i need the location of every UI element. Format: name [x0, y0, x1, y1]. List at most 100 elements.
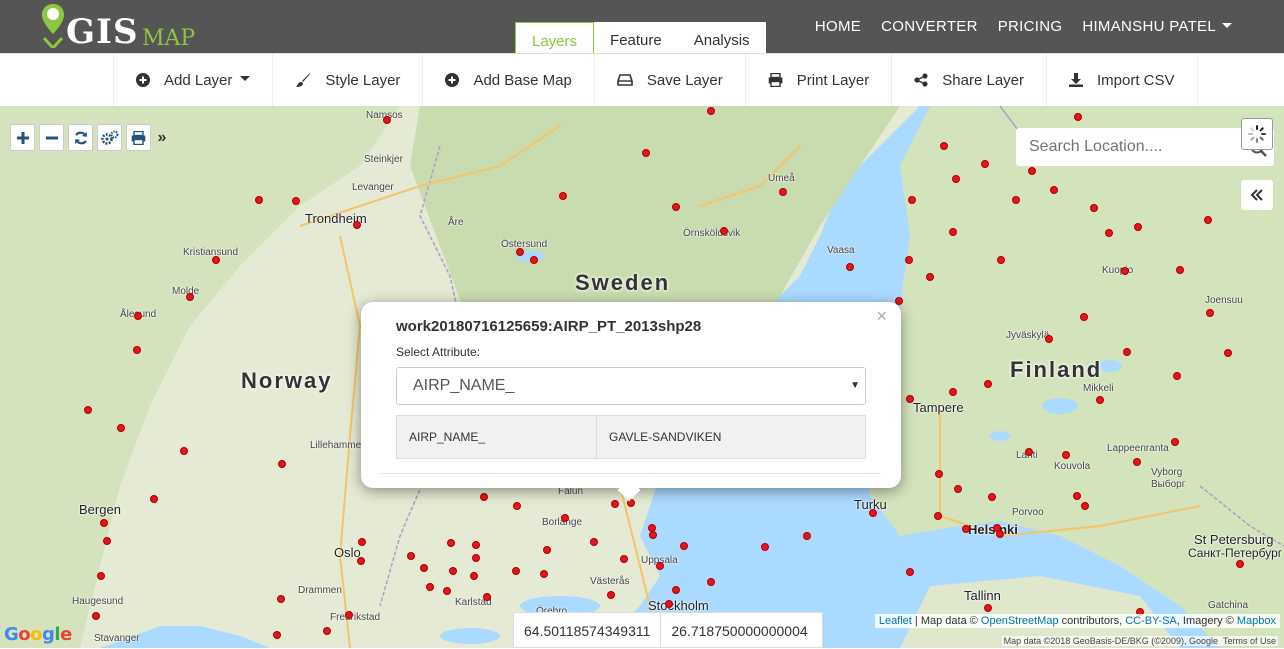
add-layer-button[interactable]: Add Layer [113, 54, 274, 106]
cc-by-sa-link[interactable]: CC-BY-SA [1125, 615, 1177, 627]
nav-converter[interactable]: CONVERTER [881, 18, 978, 35]
airport-marker[interactable] [1045, 335, 1053, 343]
airport-marker[interactable] [984, 380, 992, 388]
airport-marker[interactable] [92, 612, 100, 620]
share-layer-button[interactable]: Share Layer [891, 54, 1047, 106]
airport-marker[interactable] [997, 256, 1005, 264]
airport-marker[interactable] [255, 196, 263, 204]
airport-marker[interactable] [1133, 458, 1141, 466]
airport-marker[interactable] [150, 495, 158, 503]
airport-marker[interactable] [1080, 313, 1088, 321]
zoom-in-button[interactable] [10, 124, 35, 151]
airport-marker[interactable] [97, 572, 105, 580]
terms-of-use-link[interactable]: Terms of Use [1223, 636, 1276, 646]
airport-marker[interactable] [1028, 167, 1036, 175]
airport-marker[interactable] [1074, 113, 1082, 121]
airport-marker[interactable] [981, 160, 989, 168]
search-location-input[interactable] [1016, 128, 1256, 166]
airport-marker[interactable] [1105, 229, 1113, 237]
airport-marker[interactable] [513, 502, 521, 510]
tab-feature[interactable]: Feature [594, 22, 678, 53]
airport-marker[interactable] [590, 538, 598, 546]
airport-marker[interactable] [117, 424, 125, 432]
airport-marker[interactable] [1173, 372, 1181, 380]
expand-controls-button[interactable]: » [155, 124, 169, 151]
nav-home[interactable]: HOME [815, 18, 861, 35]
airport-marker[interactable] [1012, 196, 1020, 204]
airport-marker[interactable] [134, 312, 142, 320]
airport-marker[interactable] [516, 248, 524, 256]
airport-marker[interactable] [869, 509, 877, 517]
airport-marker[interactable] [761, 543, 769, 551]
airport-marker[interactable] [906, 568, 914, 576]
airport-marker[interactable] [611, 500, 619, 508]
import-csv-button[interactable]: Import CSV [1046, 54, 1198, 106]
airport-marker[interactable] [353, 221, 361, 229]
airport-marker[interactable] [358, 538, 366, 546]
airport-marker[interactable] [1206, 309, 1214, 317]
airport-marker[interactable] [1073, 492, 1081, 500]
loading-spinner-button[interactable] [1241, 118, 1273, 150]
airport-marker[interactable] [84, 406, 92, 414]
zoom-out-button[interactable] [39, 124, 64, 151]
airport-marker[interactable] [426, 583, 434, 591]
airport-marker[interactable] [212, 256, 220, 264]
airport-marker[interactable] [278, 460, 286, 468]
print-map-button[interactable] [126, 124, 151, 151]
airport-marker[interactable] [988, 493, 996, 501]
airport-marker[interactable] [470, 572, 478, 580]
airport-marker[interactable] [543, 546, 551, 554]
airport-marker[interactable] [984, 604, 992, 612]
airport-marker[interactable] [672, 203, 680, 211]
airport-marker[interactable] [512, 567, 520, 575]
airport-marker[interactable] [480, 493, 488, 501]
airport-marker[interactable] [472, 541, 480, 549]
airport-marker[interactable] [1090, 204, 1098, 212]
airport-marker[interactable] [620, 555, 628, 563]
airport-marker[interactable] [1176, 266, 1184, 274]
leaflet-link[interactable]: Leaflet [879, 615, 912, 627]
airport-marker[interactable] [103, 537, 111, 545]
airport-marker[interactable] [323, 627, 331, 635]
airport-marker[interactable] [940, 142, 948, 150]
airport-marker[interactable] [720, 227, 728, 235]
add-base-map-button[interactable]: Add Base Map [422, 54, 595, 106]
airport-marker[interactable] [1121, 267, 1129, 275]
airport-marker[interactable] [1171, 438, 1179, 446]
airport-marker[interactable] [803, 532, 811, 540]
airport-marker[interactable] [642, 149, 650, 157]
nav-pricing[interactable]: PRICING [998, 18, 1063, 35]
airport-marker[interactable] [1050, 186, 1058, 194]
airport-marker[interactable] [1123, 348, 1131, 356]
tab-layers[interactable]: Layers [515, 22, 595, 53]
style-layer-button[interactable]: Style Layer [272, 54, 424, 106]
airport-marker[interactable] [607, 591, 615, 599]
airport-marker[interactable] [180, 447, 188, 455]
airport-marker[interactable] [530, 256, 538, 264]
mapbox-link[interactable]: Mapbox [1237, 615, 1276, 627]
airport-marker[interactable] [954, 485, 962, 493]
airport-marker[interactable] [672, 586, 680, 594]
airport-marker[interactable] [649, 531, 657, 539]
airport-marker[interactable] [1081, 502, 1089, 510]
airport-marker[interactable] [1062, 451, 1070, 459]
close-icon[interactable]: × [876, 306, 887, 327]
airport-marker[interactable] [926, 273, 934, 281]
airport-marker[interactable] [906, 395, 914, 403]
airport-marker[interactable] [1236, 560, 1244, 568]
airport-marker[interactable] [447, 539, 455, 547]
print-layer-button[interactable]: Print Layer [744, 54, 893, 106]
airport-marker[interactable] [665, 600, 673, 608]
airport-marker[interactable] [357, 557, 365, 565]
airport-marker[interactable] [472, 554, 480, 562]
airport-marker[interactable] [1025, 448, 1033, 456]
map-settings-button[interactable] [97, 124, 122, 151]
airport-marker[interactable] [186, 293, 194, 301]
airport-marker[interactable] [1096, 396, 1104, 404]
airport-marker[interactable] [345, 611, 353, 619]
tab-analysis[interactable]: Analysis [678, 22, 766, 53]
airport-marker[interactable] [100, 519, 108, 527]
airport-marker[interactable] [483, 593, 491, 601]
airport-marker[interactable] [707, 107, 715, 115]
airport-marker[interactable] [952, 175, 960, 183]
